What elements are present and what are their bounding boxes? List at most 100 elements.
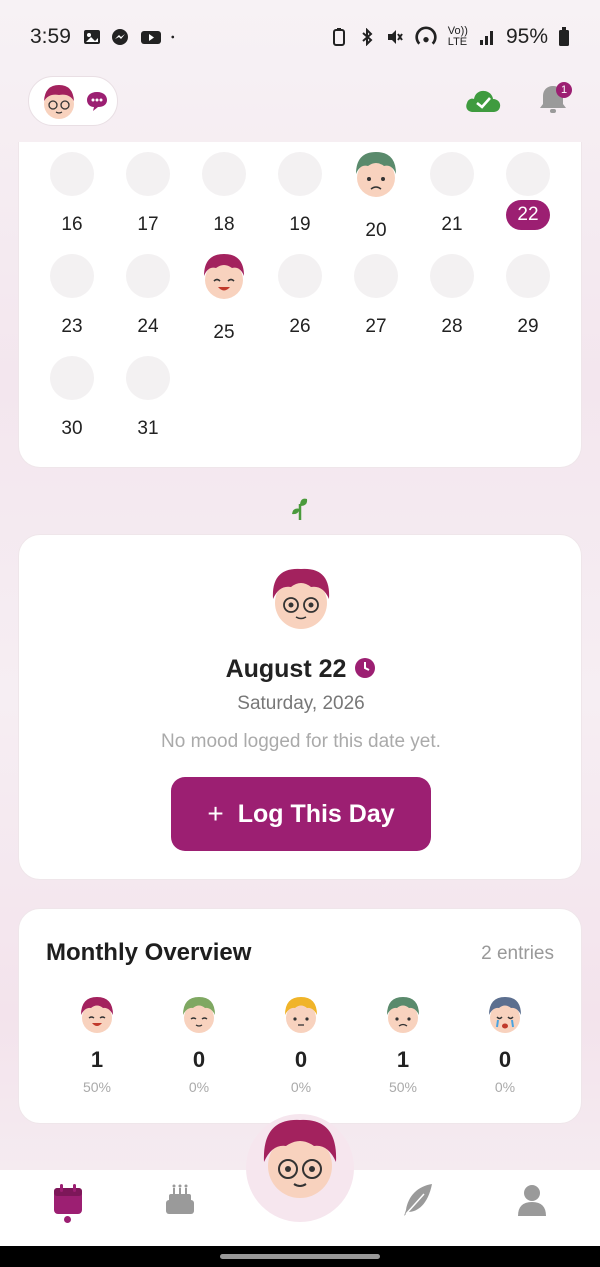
calendar-day[interactable]: 28 <box>422 254 482 344</box>
day-number: 25 <box>213 322 235 343</box>
selected-date-weekday: Saturday, 2026 <box>237 693 365 714</box>
day-dot <box>506 254 550 298</box>
day-number: 20 <box>365 220 387 241</box>
notification-badge: 1 <box>556 82 572 98</box>
day-dot <box>430 254 474 298</box>
day-number: 28 <box>441 316 463 337</box>
day-number: 16 <box>61 214 83 235</box>
plus-icon: + <box>207 798 224 829</box>
mood-face-fab-icon <box>263 1119 337 1198</box>
overview-title: Monthly Overview <box>46 939 252 966</box>
status-time: 3:59 <box>30 25 71 48</box>
day-number: 18 <box>213 214 235 235</box>
day-dot <box>278 254 322 298</box>
clock-icon[interactable] <box>354 657 376 679</box>
mood-count: 0 <box>294 1047 308 1072</box>
sprout-icon <box>292 498 308 520</box>
calendar-day[interactable]: 27 <box>346 254 406 344</box>
log-mood-fab[interactable] <box>246 1114 354 1222</box>
selected-day-pill: 22 <box>506 200 550 230</box>
monthly-overview-card: Monthly Overview 2 entries 1 50% 0 0% 0 … <box>18 908 582 1124</box>
cloud-check-icon[interactable] <box>464 86 502 114</box>
day-number: 29 <box>517 316 539 337</box>
calendar-day[interactable]: 24 <box>118 254 178 344</box>
sad-green-face-icon <box>356 152 396 197</box>
calendar-day-mood[interactable]: 20 <box>346 152 406 242</box>
feather-icon[interactable] <box>398 1180 438 1220</box>
calendar-day[interactable]: 17 <box>118 152 178 242</box>
profile-chat-button[interactable] <box>28 76 118 126</box>
overview-mood-item: 1 50% <box>57 993 137 1095</box>
day-number: 21 <box>441 214 463 235</box>
day-dot <box>126 152 170 196</box>
calendar-day[interactable]: 26 <box>270 254 330 344</box>
mood-percent: 0% <box>290 1079 312 1095</box>
empty-mood-message: No mood logged for this date yet. <box>161 731 441 752</box>
mood-count: 0 <box>192 1047 206 1072</box>
network-type: Vo)) LTE <box>447 25 468 48</box>
happy-pink-face-icon <box>81 997 113 1033</box>
day-dot <box>278 152 322 196</box>
day-number: 19 <box>289 214 311 235</box>
mood-percent: 50% <box>82 1079 112 1095</box>
mood-count: 1 <box>90 1047 104 1072</box>
day-dot <box>506 152 550 196</box>
happy-pink-face-icon <box>204 254 244 299</box>
day-number: 24 <box>137 316 159 337</box>
mood-percent: 50% <box>388 1079 418 1095</box>
day-number: 30 <box>61 418 83 439</box>
calendar-icon[interactable] <box>48 1180 88 1220</box>
day-number: 17 <box>137 214 159 235</box>
bluetooth-icon <box>362 28 373 46</box>
profile-icon[interactable] <box>512 1180 552 1220</box>
mood-percent: 0% <box>188 1079 210 1095</box>
status-bar: 3:59 Vo)) LTE 95% <box>0 0 600 74</box>
log-this-day-button[interactable]: + Log This Day <box>171 777 431 851</box>
calendar-day[interactable]: 21 <box>422 152 482 242</box>
calendar-day[interactable]: 31 <box>118 356 178 446</box>
calendar-day[interactable]: 19 <box>270 152 330 242</box>
battery-percent: 95% <box>505 25 548 48</box>
calendar-day-selected[interactable]: 22 <box>498 152 558 242</box>
notifications-button[interactable]: 1 <box>536 82 572 118</box>
mood-percent: 0% <box>494 1079 516 1095</box>
day-dot <box>50 152 94 196</box>
overview-mood-item: 0 0% <box>465 993 545 1095</box>
calendar-day[interactable]: 18 <box>194 152 254 242</box>
calendar-day[interactable]: 16 <box>42 152 102 242</box>
day-number: 27 <box>365 316 387 337</box>
chat-bubble-icon <box>87 92 107 111</box>
image-icon <box>83 30 100 44</box>
battery-icon <box>559 27 569 46</box>
calendar-day[interactable]: 23 <box>42 254 102 344</box>
day-dot <box>126 356 170 400</box>
day-dot <box>430 152 474 196</box>
calm-green-face-icon <box>183 997 215 1033</box>
day-dot <box>202 152 246 196</box>
day-dot <box>50 356 94 400</box>
calendar-day[interactable]: 29 <box>498 254 558 344</box>
signal-icon <box>479 31 493 45</box>
avatar <box>44 85 74 119</box>
gesture-handle[interactable] <box>220 1254 380 1259</box>
day-number: 23 <box>61 316 83 337</box>
selected-date-title: August 22 <box>19 655 583 684</box>
mute-icon <box>387 30 403 44</box>
app-header: 1 <box>0 74 600 134</box>
selected-date-card: August 22 Saturday, 2026 No mood logged … <box>18 534 582 880</box>
youtube-icon <box>140 31 161 44</box>
cake-icon[interactable] <box>160 1180 200 1220</box>
day-number: 26 <box>289 316 311 337</box>
neutral-yellow-face-icon <box>285 997 317 1033</box>
crying-blue-face-icon <box>489 997 521 1033</box>
calendar-day-mood[interactable]: 25 <box>194 254 254 344</box>
overview-mood-item: 0 0% <box>159 993 239 1095</box>
overview-entries-count: 2 entries <box>481 943 554 964</box>
calendar-day[interactable]: 30 <box>42 356 102 446</box>
hotspot-icon <box>415 26 437 45</box>
day-dot <box>50 254 94 298</box>
calendar-card: 16 17 18 19 20 21 22 23 24 25 26 27 28 2… <box>18 142 582 468</box>
overview-mood-item: 1 50% <box>363 993 443 1095</box>
day-number: 31 <box>137 418 159 439</box>
active-tab-indicator <box>64 1216 71 1223</box>
